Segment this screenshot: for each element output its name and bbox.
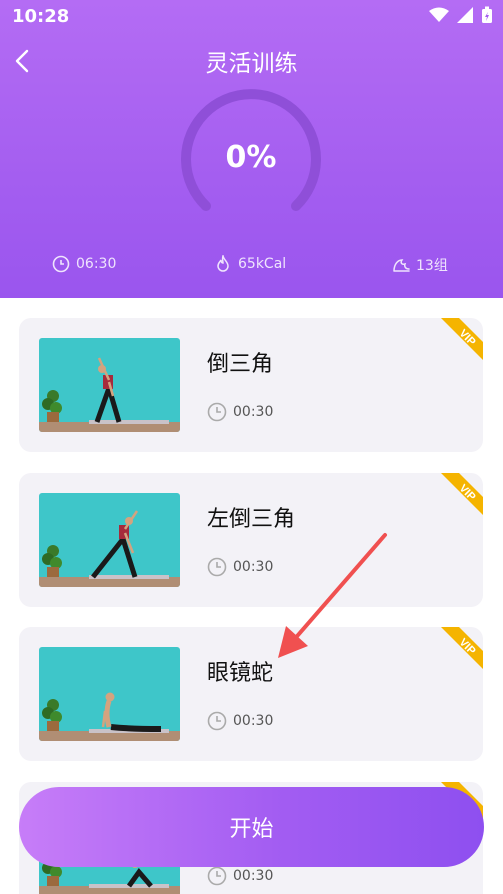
exercise-duration-value: 00:30 bbox=[233, 713, 274, 729]
stat-duration: 06:30 bbox=[52, 255, 116, 273]
wifi-icon bbox=[429, 7, 449, 22]
flame-icon bbox=[217, 255, 229, 272]
battery-icon bbox=[482, 6, 492, 23]
vip-badge: VIP bbox=[441, 473, 483, 515]
stat-duration-value: 06:30 bbox=[76, 256, 117, 272]
exercise-duration-value: 00:30 bbox=[233, 404, 274, 420]
exercise-card[interactable]: 眼镜蛇 00:30 VIP bbox=[19, 627, 483, 761]
stat-calories-value: 65kCal bbox=[238, 256, 287, 272]
exercise-title: 左倒三角 bbox=[207, 507, 296, 532]
progress-percent: 0% bbox=[225, 140, 277, 175]
clock-icon bbox=[207, 866, 227, 886]
clock-icon bbox=[207, 711, 227, 731]
exercise-thumbnail bbox=[39, 338, 180, 432]
exercise-duration: 00:30 bbox=[207, 711, 273, 731]
exercise-thumbnail bbox=[39, 493, 180, 587]
clock-icon bbox=[52, 255, 70, 273]
exercise-title: 眼镜蛇 bbox=[207, 661, 274, 686]
vip-badge: VIP bbox=[441, 318, 483, 360]
status-bar: 10:28 bbox=[0, 0, 503, 32]
exercise-duration: 00:30 bbox=[207, 402, 273, 422]
signal-icon bbox=[457, 7, 473, 23]
stat-sets-value: 13组 bbox=[416, 258, 448, 274]
exercise-title: 倒三角 bbox=[207, 352, 274, 377]
exercise-duration-value: 00:30 bbox=[233, 559, 274, 575]
exercise-card[interactable]: 倒三角 00:30 VIP bbox=[19, 318, 483, 452]
status-icons bbox=[429, 6, 493, 24]
stats-row: 06:30 65kCal 13组 bbox=[0, 255, 503, 277]
stat-sets: 13组 bbox=[392, 255, 448, 275]
exercise-duration: 00:30 bbox=[207, 866, 273, 886]
exercise-duration-value: 00:30 bbox=[233, 868, 274, 884]
clock-icon bbox=[207, 557, 227, 577]
start-button[interactable]: 开始 bbox=[19, 787, 484, 867]
stat-calories: 65kCal bbox=[214, 255, 286, 273]
wave-icon bbox=[393, 259, 410, 272]
header: 10:28 灵活训练 0% 06:30 65kCal 13组 bbox=[0, 0, 503, 298]
vip-badge: VIP bbox=[441, 627, 483, 669]
status-time: 10:28 bbox=[12, 6, 70, 27]
page-title: 灵活训练 bbox=[205, 51, 298, 77]
exercise-card[interactable]: 左倒三角 00:30 VIP bbox=[19, 473, 483, 607]
exercise-duration: 00:30 bbox=[207, 557, 273, 577]
clock-icon bbox=[207, 402, 227, 422]
exercise-thumbnail bbox=[39, 647, 180, 741]
